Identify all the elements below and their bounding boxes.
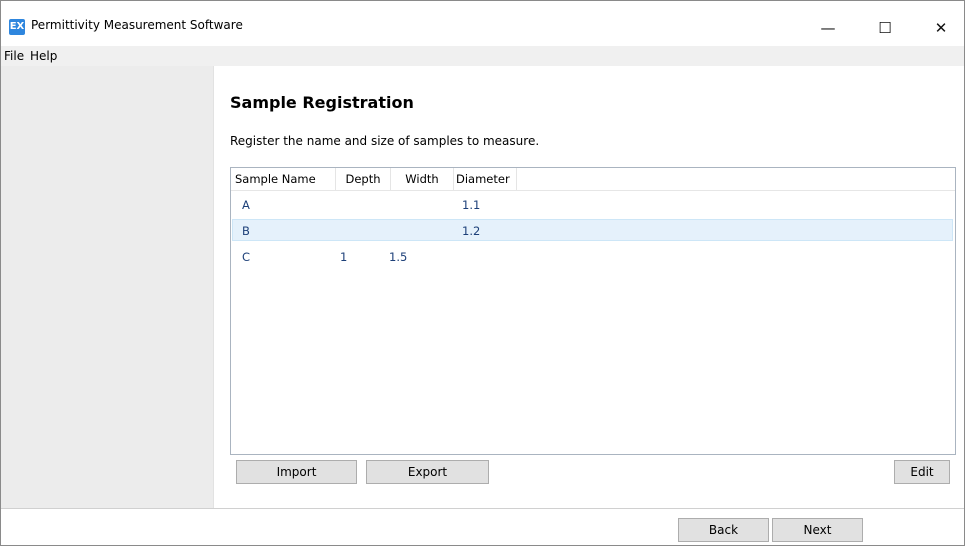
cell-width: 1.5 <box>389 250 408 264</box>
maximize-button[interactable]: ☐ <box>862 10 908 46</box>
cell-diameter: 1.1 <box>462 198 481 212</box>
column-header-width[interactable]: Width <box>391 168 454 190</box>
cell-diameter: 1.2 <box>462 224 481 238</box>
cell-sample-name: A <box>242 198 250 212</box>
table-row-selected[interactable]: B 1.2 <box>232 219 953 241</box>
footer-divider <box>0 508 965 509</box>
menu-help[interactable]: Help <box>30 49 57 63</box>
left-panel <box>0 66 214 508</box>
page-title: Sample Registration <box>230 93 414 112</box>
table-header: Sample Name Depth Width Diameter <box>231 168 955 191</box>
menu-file[interactable]: File <box>4 49 24 63</box>
menu-bar: File Help <box>0 46 965 66</box>
minimize-button[interactable]: — <box>805 10 851 46</box>
main-content: Sample Registration Register the name an… <box>214 66 964 508</box>
column-header-sample-name[interactable]: Sample Name <box>235 168 336 190</box>
cell-depth: 1 <box>340 250 348 264</box>
app-icon: EX <box>9 19 25 35</box>
column-header-diameter[interactable]: Diameter <box>454 168 517 190</box>
back-button[interactable]: Back <box>678 518 769 542</box>
window-title: Permittivity Measurement Software <box>31 18 243 32</box>
import-button[interactable]: Import <box>236 460 357 484</box>
next-button[interactable]: Next <box>772 518 863 542</box>
title-bar: EX Permittivity Measurement Software — ☐… <box>0 0 965 46</box>
edit-button[interactable]: Edit <box>894 460 950 484</box>
samples-table[interactable]: Sample Name Depth Width Diameter A 1.1 B… <box>230 167 956 455</box>
table-row[interactable]: A 1.1 <box>232 194 953 216</box>
column-header-depth[interactable]: Depth <box>336 168 391 190</box>
table-row[interactable]: C 1 1.5 <box>232 246 953 268</box>
page-description: Register the name and size of samples to… <box>230 134 540 148</box>
cell-sample-name: B <box>242 224 250 238</box>
export-button[interactable]: Export <box>366 460 489 484</box>
close-button[interactable]: ✕ <box>918 10 964 46</box>
cell-sample-name: C <box>242 250 251 264</box>
